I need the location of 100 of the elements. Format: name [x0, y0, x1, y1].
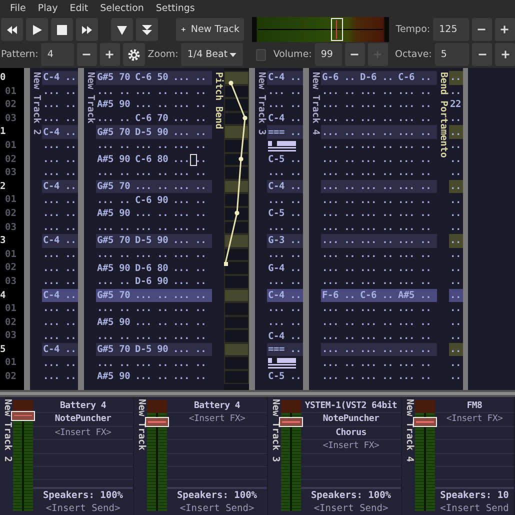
note-cell[interactable]: ... ..	[397, 140, 435, 152]
note-cell[interactable]: ... ..	[172, 330, 210, 342]
fader-handle[interactable]	[145, 417, 169, 428]
note-cell[interactable]: G#5 70	[96, 181, 134, 192]
decrement-button[interactable]	[472, 18, 492, 41]
note-cell[interactable]: ... ..	[321, 330, 359, 342]
note-cell[interactable]: ... ..	[172, 316, 210, 328]
lane-cell[interactable]	[224, 98, 249, 112]
lane-cell[interactable]	[224, 234, 249, 248]
note-cell[interactable]: ... ..	[172, 371, 210, 382]
note-cell[interactable]: C-4 ..	[42, 290, 80, 301]
zoom-dropdown[interactable]: 1/4 Beat	[181, 43, 243, 66]
effect-slot[interactable]: <Insert FX>	[33, 426, 133, 440]
note-cell[interactable]: ... ..	[134, 167, 172, 178]
lane-cell[interactable]	[224, 342, 249, 356]
note-cell[interactable]: G#5 70	[96, 126, 134, 138]
note-cell[interactable]: ... ..	[172, 194, 210, 206]
note-cell[interactable]: ... ..	[134, 358, 172, 369]
note-cell[interactable]: ... ..	[96, 194, 134, 206]
note-cell[interactable]: ... ..	[321, 371, 359, 382]
note-cell[interactable]: ... ..	[359, 303, 397, 314]
note-cell[interactable]: ... ..	[42, 303, 80, 314]
note-cell[interactable]: G#5 70	[96, 290, 134, 301]
lane-cell[interactable]	[224, 370, 249, 384]
note-cell[interactable]: ... ..	[134, 249, 172, 260]
note-cell[interactable]: ... ..	[321, 235, 359, 246]
note-cell[interactable]: ... ..	[134, 316, 172, 328]
note-cell[interactable]: ..	[449, 290, 463, 301]
note-cell[interactable]: ... ..	[172, 167, 210, 178]
note-cell[interactable]: ... ..	[397, 316, 435, 328]
menu-item[interactable]: Edit	[64, 3, 94, 14]
note-cell[interactable]: D-6 90	[134, 276, 172, 288]
note-cell[interactable]: ... ..	[134, 99, 172, 110]
note-cell[interactable]: D-6 ..	[359, 72, 397, 84]
note-cell[interactable]: ..	[449, 72, 463, 84]
note-cell[interactable]: ... ..	[134, 181, 172, 192]
note-cell[interactable]: ... ..	[321, 316, 359, 328]
note-cell[interactable]: ..	[449, 194, 463, 206]
note-cell[interactable]: ... ..	[267, 194, 305, 206]
lane-cell[interactable]	[224, 356, 249, 370]
note-cell[interactable]: ... ..	[359, 181, 397, 192]
note-cell[interactable]: ..	[449, 262, 463, 274]
increment-button[interactable]	[100, 43, 120, 66]
splitter-handle[interactable]	[0, 390, 515, 397]
new-track-button[interactable]: New Track	[176, 18, 244, 41]
note-cell[interactable]: ... ..	[359, 249, 397, 260]
note-cell[interactable]: C-6 80	[134, 154, 172, 165]
note-cell[interactable]: === ..	[267, 126, 305, 138]
note-cell[interactable]: C-6 70	[134, 113, 172, 124]
note-cell[interactable]: G#5 70	[96, 72, 134, 84]
note-cell[interactable]: ... ..	[321, 181, 359, 192]
note-cell[interactable]: ... ..	[42, 276, 80, 288]
note-cell[interactable]: ..	[449, 208, 463, 220]
note-cell[interactable]: ... ..	[134, 371, 172, 382]
note-cell[interactable]: ..	[449, 276, 463, 288]
number-field[interactable]: 5	[434, 43, 469, 66]
effect-slot[interactable]: NotePuncher	[33, 413, 133, 427]
settings-button[interactable]	[122, 43, 145, 66]
note-cell[interactable]: ... ..	[42, 222, 80, 233]
automation-lane[interactable]	[224, 68, 249, 390]
note-cell[interactable]: ... ..	[397, 330, 435, 342]
note-cell[interactable]: ... ..	[397, 167, 435, 178]
note-cell[interactable]: ... ..	[96, 276, 134, 288]
note-cell[interactable]: ... ..	[134, 140, 172, 152]
note-cell[interactable]: ..	[449, 167, 463, 178]
note-cell[interactable]: C-6 50	[134, 72, 172, 84]
send-level[interactable]: Speakers: 100%	[42, 490, 124, 501]
note-cell[interactable]: ... ..	[321, 249, 359, 260]
note-cell[interactable]: ... ..	[321, 126, 359, 138]
note-cell[interactable]: ... ..	[359, 140, 397, 152]
note-cell[interactable]: ... ..	[321, 276, 359, 288]
note-cell[interactable]: ... ..	[134, 290, 172, 301]
note-cell[interactable]: ... ..	[134, 303, 172, 314]
number-field[interactable]: 99	[314, 43, 342, 66]
note-cell[interactable]: ... ..	[267, 99, 305, 110]
fader-handle[interactable]	[279, 417, 303, 428]
note-cell[interactable]: ... ..	[397, 194, 435, 206]
note-cell[interactable]: ..	[449, 330, 463, 342]
number-field[interactable]: 125	[433, 18, 469, 41]
lane-cell[interactable]	[224, 166, 249, 180]
lane-cell[interactable]	[224, 316, 249, 330]
step-down-button[interactable]	[111, 18, 133, 41]
note-cell[interactable]: C-4 ..	[267, 290, 305, 301]
note-cell[interactable]: ... ..	[397, 303, 435, 314]
note-cell[interactable]: ... ..	[397, 358, 435, 369]
note-cell[interactable]: ... ..	[172, 140, 210, 152]
insert-send[interactable]: <Insert Send>	[314, 503, 388, 514]
note-cell[interactable]: G#5 70	[96, 344, 134, 356]
note-cell[interactable]: ..	[449, 86, 463, 97]
note-cell[interactable]: ... ..	[96, 113, 134, 124]
note-cell[interactable]: ... ..	[42, 99, 80, 110]
note-cell[interactable]: ..	[449, 358, 463, 369]
note-cell[interactable]: ... ..	[172, 303, 210, 314]
note-cell[interactable]: ... ..	[172, 208, 210, 220]
note-cell[interactable]: ... ..	[96, 303, 134, 314]
note-cell[interactable]: ... ..	[397, 126, 435, 138]
note-cell[interactable]: ... ..	[397, 371, 435, 382]
note-cell[interactable]: ... ..	[397, 208, 435, 220]
menu-item[interactable]: Selection	[94, 3, 150, 14]
note-cell[interactable]: C-4 ..	[267, 113, 305, 124]
